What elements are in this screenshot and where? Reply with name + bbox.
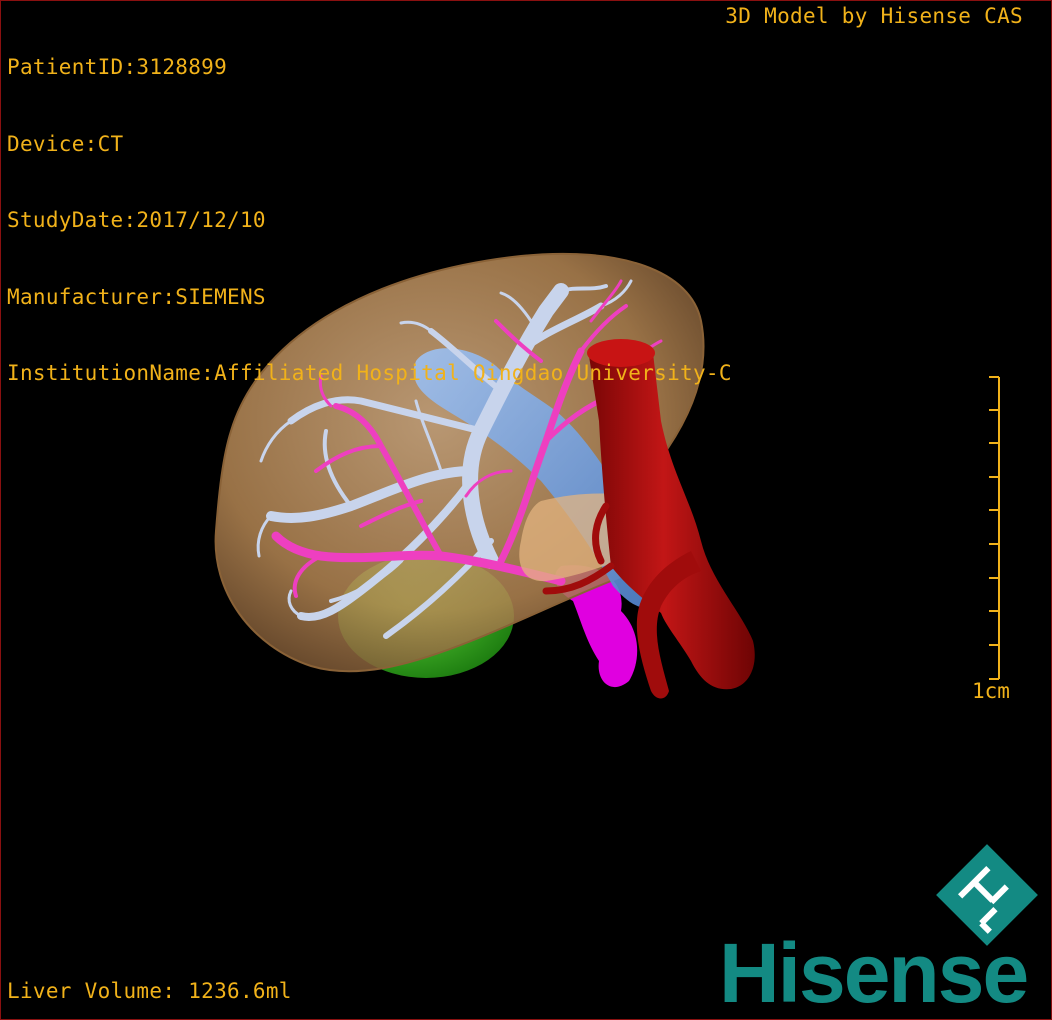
- 3d-viewport[interactable]: PatientID:3128899 Device:CT StudyDate:20…: [0, 0, 1052, 1020]
- scale-bar-icon: [989, 376, 1000, 680]
- liver-volume: Liver Volume: 1236.6ml: [7, 978, 292, 1003]
- scale-label: 1cm: [972, 679, 1010, 703]
- device: Device:CT: [7, 131, 124, 156]
- manufacturer: Manufacturer:SIEMENS: [7, 284, 266, 309]
- model-credit: 3D Model by Hisense CAS: [725, 4, 1023, 28]
- dicom-info-overlay: PatientID:3128899 Device:CT StudyDate:20…: [7, 4, 732, 438]
- institution-name: InstitutionName:Affiliated Hospital Qing…: [7, 361, 732, 385]
- hisense-wordmark: Hisense: [719, 926, 1029, 1020]
- patient-id: PatientID:3128899: [7, 55, 228, 79]
- study-date: StudyDate:2017/12/10: [7, 208, 266, 232]
